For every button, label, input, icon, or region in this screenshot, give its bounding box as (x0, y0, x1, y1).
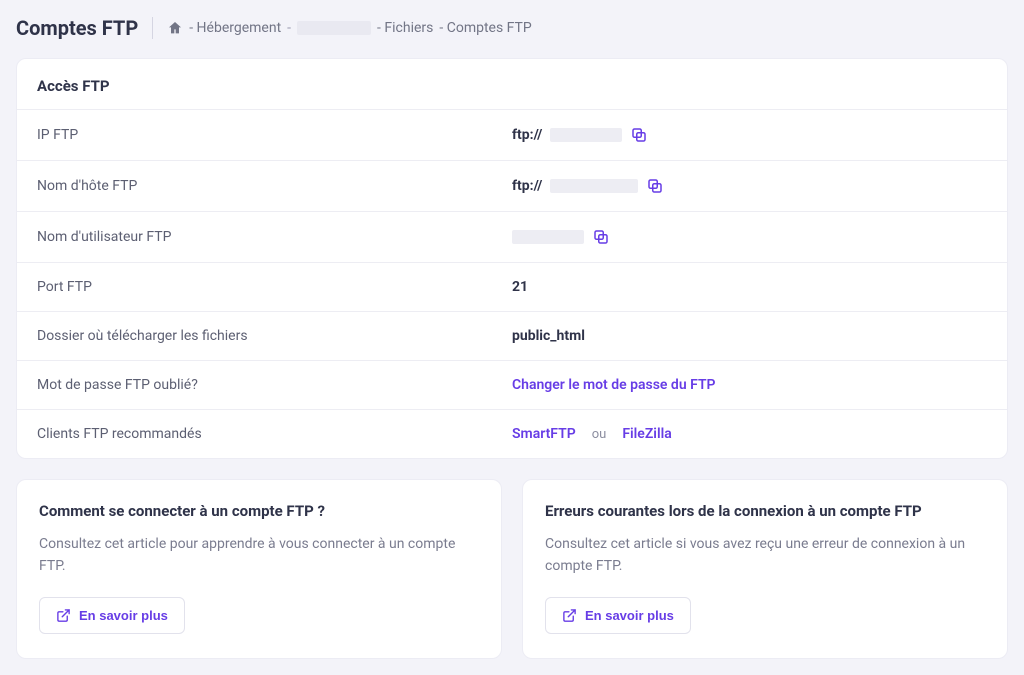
row-ftp-port: Port FTP 21 (17, 262, 1007, 311)
ftp-access-card: Accès FTP IP FTP ftp:// Nom d'hôte FTP f… (16, 58, 1008, 459)
value-ftp-ip-prefix: ftp:// (512, 127, 542, 143)
help-card-errors: Erreurs courantes lors de la connexion à… (522, 479, 1008, 659)
change-password-link[interactable]: Changer le mot de passe du FTP (512, 377, 716, 393)
breadcrumb-files[interactable]: - Fichiers (377, 20, 433, 36)
value-ftp-port: 21 (512, 279, 528, 295)
row-ftp-user: Nom d'utilisateur FTP (17, 211, 1007, 262)
filezilla-link[interactable]: FileZilla (622, 426, 671, 442)
copy-icon[interactable] (646, 177, 664, 195)
help-title-errors: Erreurs courantes lors de la connexion à… (545, 502, 985, 520)
label-ftp-host: Nom d'hôte FTP (37, 178, 512, 194)
smartftp-link[interactable]: SmartFTP (512, 426, 576, 442)
learn-more-errors-button[interactable]: En savoir plus (545, 597, 691, 634)
vertical-divider (152, 17, 153, 39)
row-ftp-folder: Dossier où télécharger les fichiers publ… (17, 311, 1007, 360)
learn-more-errors-label: En savoir plus (585, 608, 674, 623)
home-icon[interactable] (167, 20, 183, 36)
external-link-icon (56, 608, 71, 623)
label-ftp-folder: Dossier où télécharger les fichiers (37, 328, 512, 344)
label-ftp-ip: IP FTP (37, 127, 512, 143)
row-ftp-host: Nom d'hôte FTP ftp:// (17, 160, 1007, 211)
row-ftp-ip: IP FTP ftp:// (17, 109, 1007, 160)
card-title-access: Accès FTP (17, 59, 1007, 109)
breadcrumb-domain-redacted[interactable] (297, 21, 371, 35)
value-ftp-host-prefix: ftp:// (512, 178, 542, 194)
help-title-connect: Comment se connecter à un compte FTP ? (39, 502, 479, 520)
help-card-connect: Comment se connecter à un compte FTP ? C… (16, 479, 502, 659)
row-ftp-clients: Clients FTP recommandés SmartFTP ou File… (17, 409, 1007, 458)
help-grid: Comment se connecter à un compte FTP ? C… (16, 479, 1008, 659)
page-title: Comptes FTP (16, 16, 138, 40)
label-ftp-forgot: Mot de passe FTP oublié? (37, 377, 512, 393)
breadcrumb-hosting[interactable]: - Hébergement (189, 20, 281, 36)
label-ftp-clients: Clients FTP recommandés (37, 426, 512, 442)
breadcrumb-sep: - (287, 20, 291, 36)
label-ftp-user: Nom d'utilisateur FTP (37, 229, 512, 245)
value-ftp-folder: public_html (512, 328, 585, 344)
learn-more-connect-label: En savoir plus (79, 608, 168, 623)
copy-icon[interactable] (630, 126, 648, 144)
breadcrumb: - Hébergement - - Fichiers - Comptes FTP (167, 20, 532, 36)
row-ftp-forgot: Mot de passe FTP oublié? Changer le mot … (17, 360, 1007, 409)
page-header: Comptes FTP - Hébergement - - Fichiers -… (16, 16, 1008, 40)
label-ftp-port: Port FTP (37, 279, 512, 295)
value-ftp-ip-redacted (550, 128, 622, 142)
learn-more-connect-button[interactable]: En savoir plus (39, 597, 185, 634)
value-ftp-user-redacted (512, 230, 584, 244)
breadcrumb-current: - Comptes FTP (439, 20, 531, 36)
copy-icon[interactable] (592, 228, 610, 246)
external-link-icon (562, 608, 577, 623)
clients-separator: ou (592, 427, 607, 442)
value-ftp-host-redacted (550, 179, 638, 193)
help-text-errors: Consultez cet article si vous avez reçu … (545, 534, 985, 577)
help-text-connect: Consultez cet article pour apprendre à v… (39, 534, 479, 577)
